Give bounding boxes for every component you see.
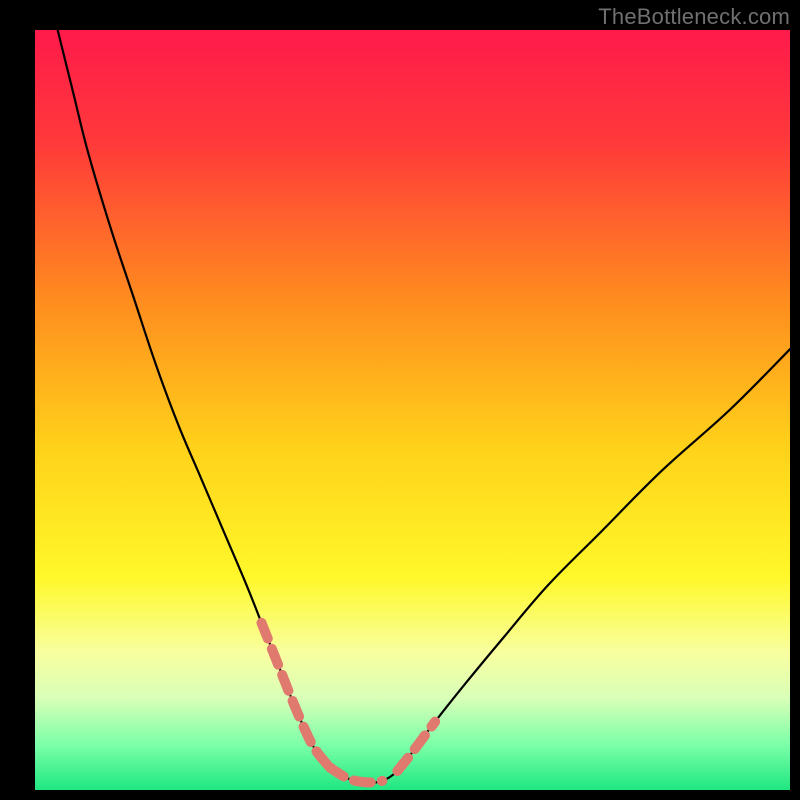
watermark-text: TheBottleneck.com bbox=[598, 4, 790, 30]
plot-background bbox=[35, 30, 790, 790]
chart-svg bbox=[0, 0, 800, 800]
chart-frame: TheBottleneck.com bbox=[0, 0, 800, 800]
